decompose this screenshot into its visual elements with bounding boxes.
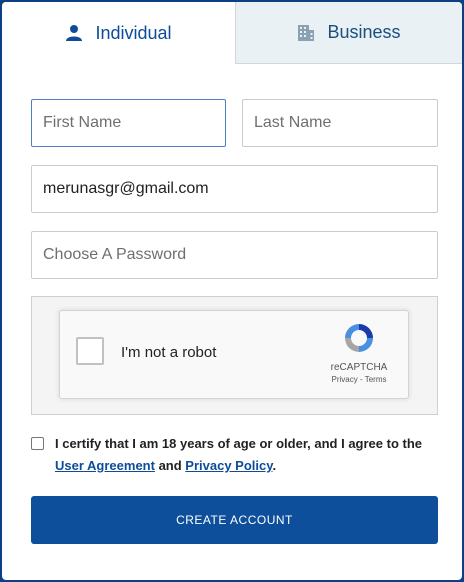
signup-card: Individual Business First Name Last Name…: [2, 2, 462, 580]
recaptcha-checkbox[interactable]: [76, 337, 104, 365]
first-name-input[interactable]: [31, 99, 226, 147]
building-icon: [297, 24, 315, 42]
certify-text-main: I certify that I am 18 years of age or o…: [55, 436, 423, 451]
tab-individual-label: Individual: [95, 22, 172, 43]
certify-text-and: and: [154, 458, 186, 473]
captcha-container: I'm not a robot reCAPTCHA Privacy - Term…: [31, 296, 438, 415]
recaptcha-logo-icon: [342, 324, 376, 359]
person-icon: [65, 24, 83, 42]
create-account-button[interactable]: CREATE ACCOUNT: [31, 496, 438, 544]
certify-text-end: .: [272, 458, 277, 473]
tab-business-label: Business: [327, 22, 401, 42]
recaptcha-label: I'm not a robot: [121, 344, 217, 361]
password-input[interactable]: [31, 231, 438, 279]
recaptcha-widget: I'm not a robot reCAPTCHA Privacy - Term…: [59, 310, 409, 399]
certify-row: I certify that I am 18 years of age or o…: [31, 433, 441, 477]
account-type-tabs: Individual Business: [2, 2, 462, 64]
certify-checkbox[interactable]: [31, 437, 44, 450]
last-name-input[interactable]: [242, 99, 438, 147]
email-input[interactable]: [31, 165, 438, 213]
tab-individual[interactable]: Individual: [2, 2, 235, 64]
user-agreement-link[interactable]: User Agreement: [55, 458, 155, 473]
privacy-policy-link[interactable]: Privacy Policy: [185, 458, 272, 473]
recaptcha-brand: reCAPTCHA: [330, 362, 388, 373]
tab-business[interactable]: Business: [235, 2, 462, 64]
certify-text: I certify that I am 18 years of age or o…: [31, 433, 441, 477]
recaptcha-logo: reCAPTCHA Privacy - Terms: [324, 321, 394, 384]
recaptcha-privacy-terms[interactable]: Privacy - Terms: [324, 375, 394, 384]
